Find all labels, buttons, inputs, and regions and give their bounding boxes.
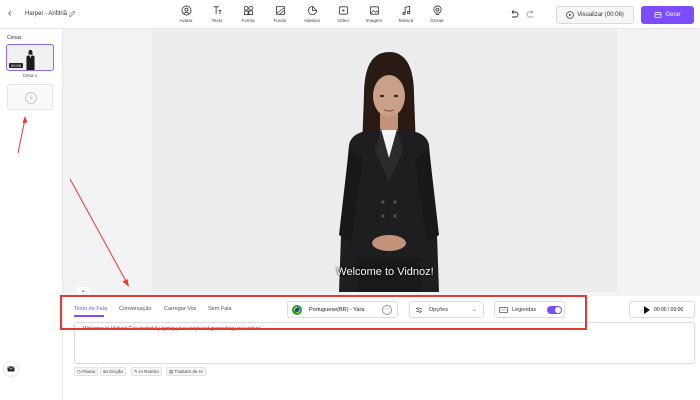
- avatar-icon: [181, 5, 191, 16]
- scene-thumbnail[interactable]: 00:06: [6, 44, 54, 71]
- voice-selector[interactable]: Portuguese(BR) - Yara ···: [287, 301, 398, 318]
- tool-label: Música: [398, 18, 414, 23]
- top-toolbar: ‹ Harper - Anfitriã Avatar Texto Forma F…: [0, 0, 700, 29]
- generate-button[interactable]: Gerar: [641, 6, 694, 24]
- video-canvas[interactable]: Welcome to Vidnoz!: [152, 30, 618, 292]
- preview-button[interactable]: Visualizar (00:06): [556, 6, 634, 24]
- plus-icon: +: [25, 92, 37, 104]
- tool-label: Texto: [211, 18, 223, 23]
- pause-button[interactable]: ◷ Pausa: [74, 367, 98, 376]
- tool-avatar[interactable]: Avatar: [172, 5, 200, 23]
- diction-button[interactable]: äö Dicção: [100, 367, 127, 376]
- tool-label: Imagem: [365, 18, 383, 23]
- pause-label: Pausa: [82, 369, 95, 374]
- script-textarea[interactable]: Welcome to Vidnoz! Get started by typing…: [74, 322, 695, 364]
- shape-icon: [243, 5, 253, 16]
- video-caption: Welcome to Vidnoz!: [336, 266, 434, 278]
- playback-control[interactable]: 00:00 / 00:06: [629, 301, 695, 318]
- tool-label: Fundo: [273, 18, 287, 23]
- ai-script-label: IA Roteiro: [139, 369, 159, 374]
- scenes-panel: Cenas 00:06 Cena 1 +: [0, 29, 63, 400]
- subtitles-label: Legendas: [512, 307, 537, 313]
- script-panel: Texto de Fala Conversação Carregar Voz S…: [63, 296, 700, 400]
- image-icon: [369, 6, 379, 15]
- tab-speech-text[interactable]: Texto de Fala: [74, 306, 107, 312]
- tool-label: Adesivo: [303, 18, 320, 23]
- avatar-presenter: [339, 52, 439, 292]
- more-options-icon[interactable]: ···: [382, 305, 392, 315]
- script-text: Welcome to Vidnoz! Get started by typing…: [83, 326, 260, 332]
- scenes-title: Cenas: [7, 35, 22, 41]
- subtitles-icon: CC: [499, 307, 508, 313]
- active-tab-indicator: [74, 315, 104, 317]
- edit-pencil-icon[interactable]: [68, 10, 76, 18]
- collapse-chevron-icon[interactable]: ⌄: [77, 287, 89, 295]
- tool-label: Gravar: [430, 18, 444, 23]
- tool-record[interactable]: Gravar: [423, 5, 451, 23]
- subtitles-toggle[interactable]: [547, 306, 562, 314]
- sticker-icon: [307, 5, 317, 16]
- tool-text[interactable]: Texto: [203, 5, 231, 23]
- tool-video[interactable]: Vídeo: [329, 5, 357, 23]
- tool-shape[interactable]: Forma: [234, 5, 262, 23]
- ai-translator-button[interactable]: ▤ Tradutor de IA: [166, 367, 207, 376]
- project-title[interactable]: Harper - Anfitriã: [25, 11, 67, 17]
- mail-icon: [7, 366, 15, 372]
- add-scene-button[interactable]: +: [7, 84, 53, 110]
- ai-translator-label: Tradutor de IA: [174, 369, 204, 374]
- sliders-icon: [416, 307, 422, 313]
- brazil-flag-icon: [292, 305, 302, 315]
- support-chat-button[interactable]: [4, 362, 18, 376]
- play-circle-icon: [566, 11, 574, 19]
- voice-label: Portuguese(BR) - Yara: [309, 307, 365, 313]
- tab-conversation[interactable]: Conversação: [119, 306, 151, 312]
- redo-icon[interactable]: [526, 9, 536, 19]
- tool-label: Forma: [241, 18, 255, 23]
- scene-label: Cena 1: [22, 73, 38, 78]
- subtitles-control: CC Legendas: [494, 301, 565, 318]
- tab-upload-voice[interactable]: Carregar Voz: [164, 306, 196, 312]
- playback-time: 00:00 / 00:06: [654, 307, 684, 313]
- tool-background[interactable]: Fundo: [266, 5, 294, 23]
- tool-image[interactable]: Imagem: [360, 5, 388, 23]
- tool-music[interactable]: Música: [392, 5, 420, 23]
- chevron-down-icon: ⌄: [472, 307, 478, 313]
- scene-duration: 00:06: [9, 63, 24, 68]
- back-arrow-icon[interactable]: ‹: [8, 9, 18, 19]
- tool-label: Vídeo: [337, 18, 349, 23]
- tool-sticker[interactable]: Adesivo: [298, 5, 326, 23]
- text-icon: [212, 6, 222, 15]
- tool-label: Avatar: [179, 18, 193, 23]
- play-icon[interactable]: [644, 306, 650, 314]
- background-icon: [275, 5, 285, 16]
- ai-script-button[interactable]: ✎ IA Roteiro: [131, 367, 162, 376]
- tab-no-speech[interactable]: Sem Fala: [208, 306, 232, 312]
- options-dropdown[interactable]: Opções ⌄: [409, 301, 484, 318]
- video-icon: [338, 6, 348, 15]
- options-label: Opções: [429, 307, 448, 313]
- record-icon: [432, 5, 442, 16]
- scene-avatar-thumbnail: [26, 49, 35, 70]
- undo-icon[interactable]: [509, 9, 519, 19]
- generate-icon: [654, 12, 662, 18]
- generate-label: Gerar: [665, 12, 681, 18]
- preview-label: Visualizar (00:06): [577, 12, 624, 18]
- diction-label: Dicção: [109, 369, 124, 374]
- music-icon: [401, 5, 410, 16]
